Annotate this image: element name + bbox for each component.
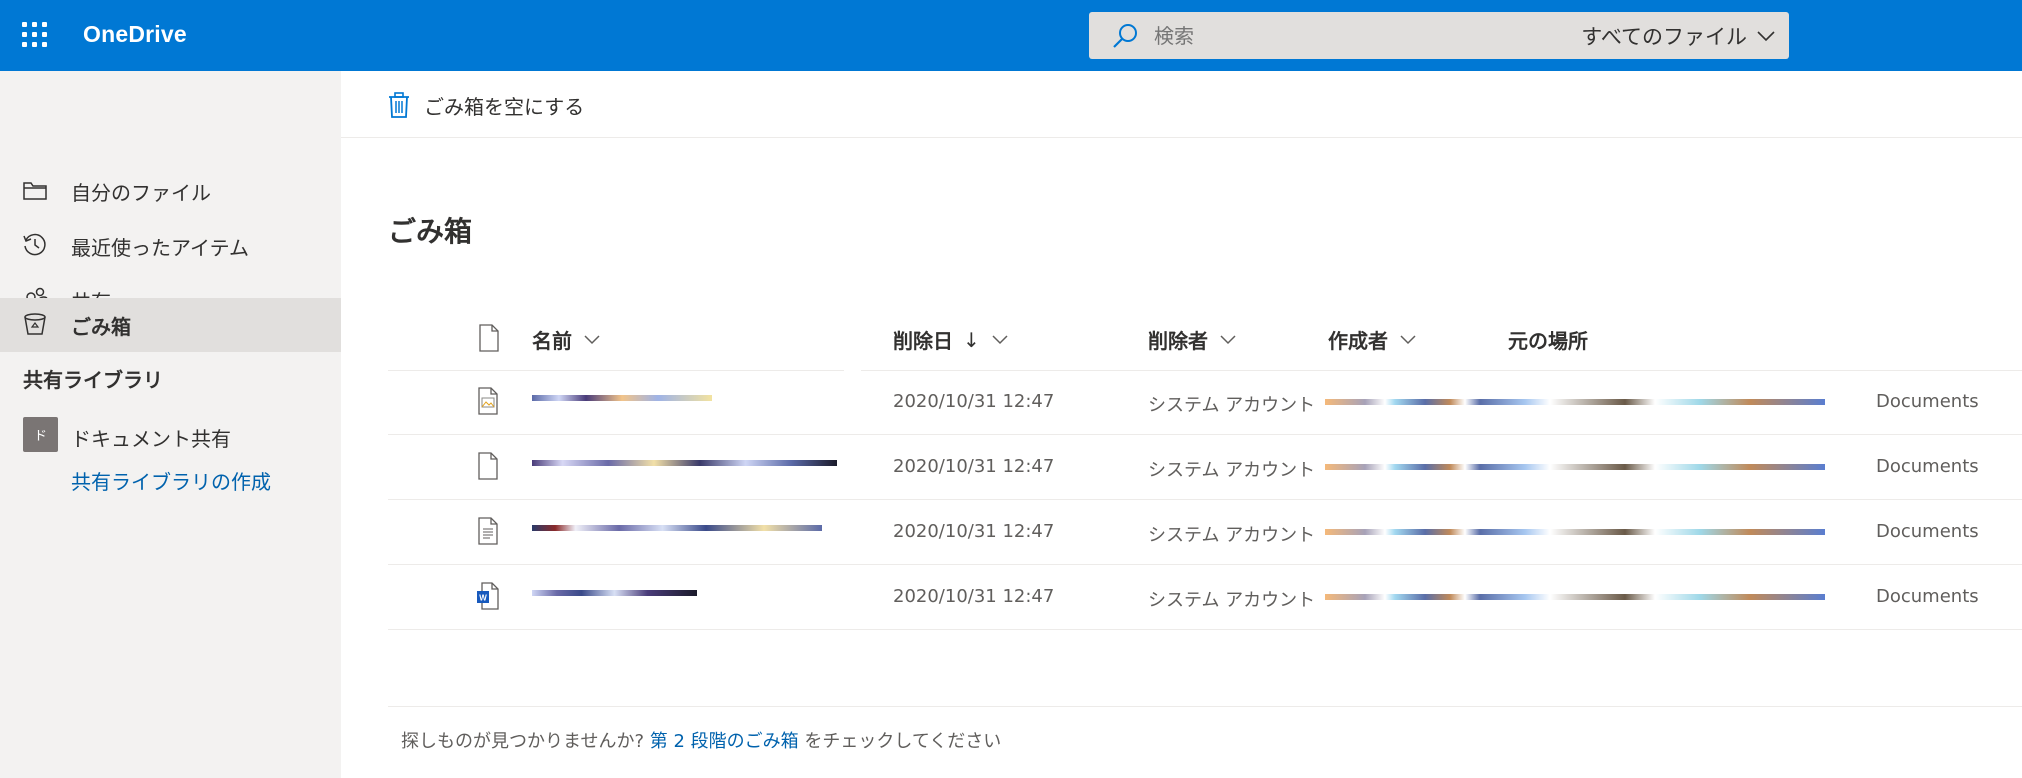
chevron-down-icon bbox=[992, 334, 1008, 344]
deleted-date: 2020/10/31 12:47 bbox=[893, 586, 1055, 607]
redacted-names bbox=[1325, 399, 1825, 405]
redacted-names bbox=[1325, 594, 1825, 600]
sidebar-item-label: 最近使ったアイテム bbox=[71, 236, 249, 260]
table-row[interactable]: 2020/10/31 12:47 システム アカウント Documents bbox=[388, 436, 2022, 500]
file-name-redacted[interactable] bbox=[532, 590, 842, 606]
svg-text:W: W bbox=[479, 594, 487, 603]
footer-message: 探しものが見つかりませんか? 第 2 段階のごみ箱 をチェックしてください bbox=[401, 727, 1001, 753]
clock-icon bbox=[23, 233, 46, 256]
top-bar: OneDrive すべてのファイル bbox=[0, 0, 2022, 71]
second-stage-recycle-bin-link[interactable]: 第 2 段階のごみ箱 bbox=[650, 731, 799, 752]
chevron-down-icon bbox=[1220, 334, 1236, 344]
column-header-name[interactable]: 名前 bbox=[532, 312, 600, 367]
file-name-redacted[interactable] bbox=[532, 525, 842, 541]
page-title: ごみ箱 bbox=[388, 215, 473, 248]
image-file-icon bbox=[478, 387, 498, 415]
library-avatar: ド bbox=[23, 417, 58, 452]
redacted-names bbox=[1325, 529, 1825, 535]
redacted-names bbox=[1325, 464, 1825, 470]
shared-libraries-heading: 共有ライブラリ bbox=[23, 368, 163, 392]
chevron-down-icon bbox=[1757, 31, 1775, 42]
chevron-down-icon bbox=[1400, 334, 1416, 344]
file-type-header-icon[interactable] bbox=[477, 324, 501, 352]
column-header-label: 名前 bbox=[532, 329, 572, 353]
sidebar-item-label: ごみ箱 bbox=[71, 315, 131, 339]
trash-icon bbox=[389, 92, 409, 118]
empty-recycle-bin-label: ごみ箱を空にする bbox=[424, 94, 585, 119]
table-row[interactable]: 2020/10/31 12:47 システム アカウント Documents bbox=[388, 371, 2022, 435]
deleted-date: 2020/10/31 12:47 bbox=[893, 521, 1055, 542]
sort-descending-icon: ↓ bbox=[963, 327, 980, 352]
create-shared-library-link[interactable]: 共有ライブラリの作成 bbox=[71, 466, 271, 495]
deleted-by: システム アカウント bbox=[1148, 525, 1316, 546]
file-name-redacted[interactable] bbox=[532, 460, 842, 476]
folder-icon bbox=[23, 182, 47, 200]
file-name-redacted[interactable] bbox=[532, 395, 842, 411]
search-scope-dropdown[interactable]: すべてのファイル bbox=[1581, 21, 1775, 51]
text-file-icon bbox=[478, 517, 498, 545]
footer-prefix: 探しものが見つかりませんか? bbox=[401, 731, 645, 752]
sidebar-item-recycle-bin[interactable]: ごみ箱 bbox=[0, 298, 341, 352]
word-file-icon: W bbox=[477, 582, 499, 610]
deleted-by: システム アカウント bbox=[1148, 590, 1316, 611]
sidebar-item-my-files[interactable]: 自分のファイル bbox=[0, 164, 341, 216]
search-box[interactable]: すべてのファイル bbox=[1089, 12, 1789, 59]
search-icon bbox=[1113, 24, 1137, 48]
deleted-by: システム アカウント bbox=[1148, 395, 1316, 416]
recycle-bin-icon bbox=[24, 313, 46, 335]
column-header-deleted-by[interactable]: 削除者 bbox=[1148, 312, 1236, 367]
deleted-date: 2020/10/31 12:47 bbox=[893, 456, 1055, 477]
footer-suffix: をチェックしてください bbox=[804, 731, 1002, 752]
sidebar-item-label: 自分のファイル bbox=[71, 181, 211, 205]
search-input[interactable] bbox=[1154, 23, 1654, 49]
deleted-date: 2020/10/31 12:47 bbox=[893, 391, 1055, 412]
app-name[interactable]: OneDrive bbox=[83, 21, 187, 48]
deleted-by: システム アカウント bbox=[1148, 460, 1316, 481]
empty-recycle-bin-button[interactable]: ごみ箱を空にする bbox=[388, 87, 584, 123]
original-location: Documents bbox=[1876, 456, 1979, 477]
library-label: ドキュメント共有 bbox=[71, 427, 231, 451]
original-location: Documents bbox=[1876, 391, 1979, 412]
chevron-down-icon bbox=[584, 334, 600, 344]
column-header-label: 削除者 bbox=[1148, 329, 1208, 353]
column-header-label: 削除日 bbox=[893, 329, 953, 353]
original-location: Documents bbox=[1876, 521, 1979, 542]
column-header-label: 作成者 bbox=[1328, 329, 1388, 353]
sidebar-item-shared-library[interactable]: ド ドキュメント共有 bbox=[0, 412, 341, 462]
sidebar-item-recent[interactable]: 最近使ったアイテム bbox=[0, 219, 341, 271]
original-location: Documents bbox=[1876, 586, 1979, 607]
column-header-created-by[interactable]: 作成者 bbox=[1328, 312, 1416, 367]
generic-file-icon bbox=[478, 452, 498, 480]
column-header-original-location[interactable]: 元の場所 bbox=[1508, 312, 1588, 367]
column-header-deleted-date[interactable]: 削除日 ↓ bbox=[893, 312, 1008, 367]
column-header-label: 元の場所 bbox=[1508, 329, 1588, 353]
table-row[interactable]: 2020/10/31 12:47 システム アカウント Documents bbox=[388, 501, 2022, 565]
table-row[interactable]: W 2020/10/31 12:47 システム アカウント Documents bbox=[388, 566, 2022, 630]
left-nav: 自分のファイル 最近使ったアイテム 共有 ごみ箱 共有ライブラリ ド ドキュメン… bbox=[0, 71, 341, 778]
footer-divider bbox=[388, 706, 2022, 707]
command-bar: ごみ箱を空にする bbox=[341, 71, 2022, 138]
app-launcher-icon[interactable] bbox=[22, 22, 48, 48]
search-scope-label: すべてのファイル bbox=[1581, 25, 1747, 49]
